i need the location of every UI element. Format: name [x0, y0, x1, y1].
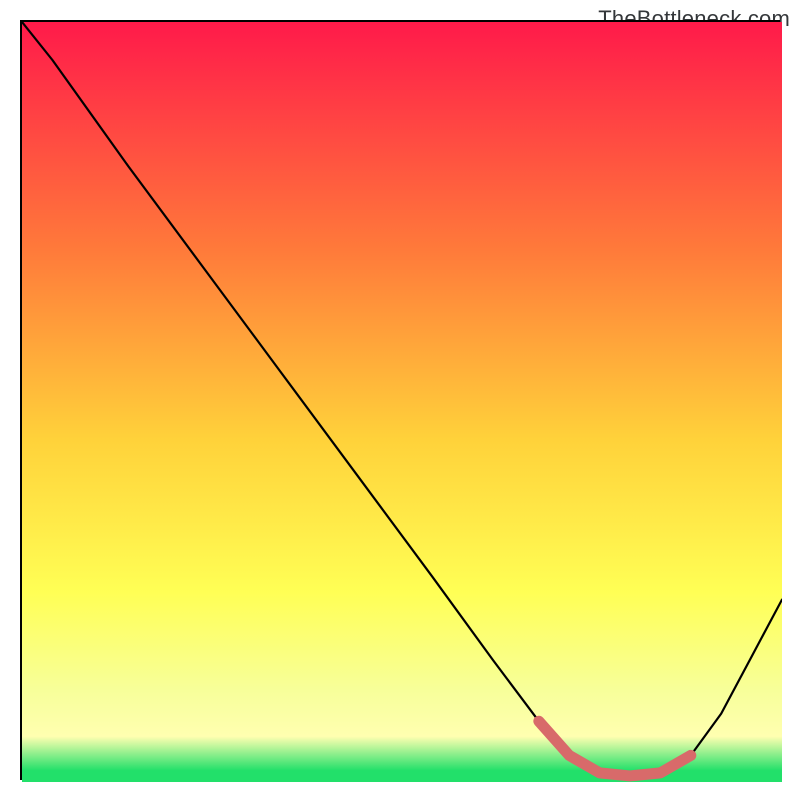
- plot-area: [20, 20, 780, 780]
- gradient-background: [22, 22, 782, 782]
- chart-svg: [22, 22, 782, 782]
- bottleneck-chart: TheBottleneck.com: [0, 0, 800, 800]
